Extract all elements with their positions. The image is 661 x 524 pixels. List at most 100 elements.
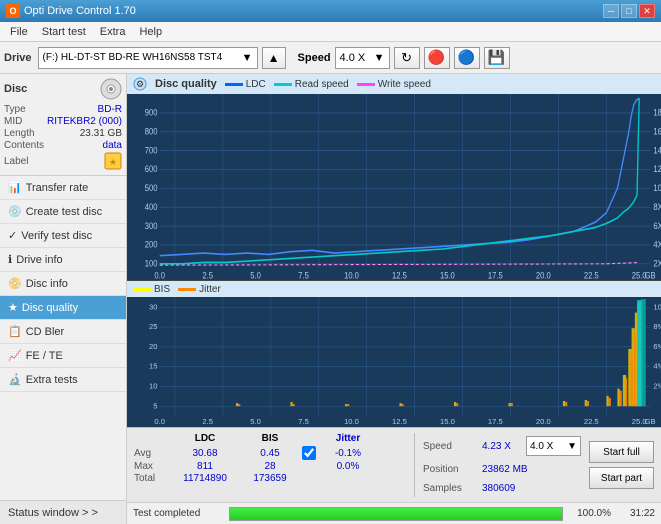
chart-header: ⚙ Disc quality LDC Read speed Write spee… [127, 74, 661, 94]
nav-disc-info[interactable]: 📀 Disc info [0, 272, 126, 296]
type-value: BD-R [98, 104, 122, 115]
disc-icon [100, 78, 122, 100]
menu-extra[interactable]: Extra [94, 25, 132, 39]
svg-text:20: 20 [149, 342, 157, 351]
svg-text:22.5: 22.5 [584, 417, 599, 426]
svg-text:2.5: 2.5 [202, 417, 213, 426]
total-label: Total [134, 473, 170, 484]
blue-disc-button[interactable]: 🔵 [454, 47, 480, 69]
chart-title: Disc quality [155, 78, 217, 90]
svg-text:900: 900 [145, 107, 158, 118]
svg-text:8X: 8X [653, 201, 661, 212]
svg-text:10%: 10% [653, 303, 661, 312]
start-full-button[interactable]: Start full [589, 441, 654, 463]
close-button[interactable]: ✕ [639, 4, 655, 18]
svg-text:14X: 14X [653, 145, 661, 156]
nav-drive-info[interactable]: ℹ Drive info [0, 248, 126, 272]
svg-text:500: 500 [145, 182, 158, 193]
svg-text:8%: 8% [653, 322, 661, 331]
eject-button[interactable]: ▲ [262, 47, 286, 69]
sidebar: Disc Type BD-R MID RITEKBR2 (000) Length… [0, 74, 127, 524]
svg-text:300: 300 [145, 220, 158, 231]
svg-text:0.0: 0.0 [154, 417, 165, 426]
svg-text:2.5: 2.5 [202, 270, 213, 280]
drive-value: (F:) HL-DT-ST BD-RE WH16NS58 TST4 [43, 52, 223, 63]
nav-disc-quality[interactable]: ★ Disc quality [0, 296, 126, 320]
refresh-button[interactable]: ↻ [394, 47, 420, 69]
start-part-button[interactable]: Start part [589, 467, 654, 489]
extra-tests-icon: 🔬 [8, 373, 22, 386]
bottom-chart: 30 25 20 15 10 5 10% 8% 6% 4% 2% 0.0 [127, 297, 661, 427]
svg-text:12.5: 12.5 [392, 270, 407, 280]
svg-text:6X: 6X [653, 220, 661, 231]
speed-val: 4.23 X [482, 441, 522, 452]
length-value: 23.31 GB [80, 128, 122, 139]
menu-file[interactable]: File [4, 25, 34, 39]
save-button[interactable]: 💾 [484, 47, 510, 69]
menu-start-test[interactable]: Start test [36, 25, 92, 39]
nav-transfer-rate[interactable]: 📊 Transfer rate [0, 176, 126, 200]
svg-text:22.5: 22.5 [584, 270, 599, 280]
speed-selector-stats[interactable]: 4.0 X ▼ [526, 436, 581, 456]
svg-text:15.0: 15.0 [440, 417, 455, 426]
contents-value: data [103, 140, 122, 151]
start-buttons: Start full Start part [585, 431, 658, 499]
eject-icon: ▲ [268, 51, 280, 65]
nav-cd-bler[interactable]: 📋 CD Bler [0, 320, 126, 344]
red-disc-button[interactable]: 🔴 [424, 47, 450, 69]
create-test-disc-icon: 💿 [8, 205, 22, 218]
transfer-rate-icon: 📊 [8, 181, 22, 194]
nav-create-test-disc[interactable]: 💿 Create test disc [0, 200, 126, 224]
nav-extra-tests[interactable]: 🔬 Extra tests [0, 368, 126, 392]
drive-selector[interactable]: (F:) HL-DT-ST BD-RE WH16NS58 TST4 ▼ [38, 47, 258, 69]
menu-bar: File Start test Extra Help [0, 22, 661, 42]
mid-value: RITEKBR2 (000) [47, 116, 122, 127]
svg-text:15.0: 15.0 [440, 270, 455, 280]
svg-text:17.5: 17.5 [488, 270, 503, 280]
verify-test-disc-icon: ✓ [8, 229, 17, 242]
nav-verify-test-disc[interactable]: ✓ Verify test disc [0, 224, 126, 248]
stats-divider [414, 433, 415, 497]
svg-text:7.5: 7.5 [298, 270, 309, 280]
nav-fe-te[interactable]: 📈 FE / TE [0, 344, 126, 368]
status-window-button[interactable]: Status window > > [0, 500, 126, 524]
ldc-color-swatch [225, 83, 243, 86]
drive-label: Drive [4, 52, 32, 64]
svg-text:25: 25 [149, 322, 157, 331]
speed-row: Speed 4.23 X 4.0 X ▼ [423, 436, 581, 456]
jitter-legend-label: Jitter [199, 284, 221, 295]
create-test-disc-label: Create test disc [26, 206, 102, 218]
read-speed-legend-label: Read speed [295, 79, 349, 90]
progress-pct: 100.0% [569, 508, 611, 519]
speed-selector[interactable]: 4.0 X ▼ [335, 47, 390, 69]
blue-disc-icon: 🔵 [458, 49, 475, 66]
menu-help[interactable]: Help [133, 25, 168, 39]
ldc-max: 811 [170, 461, 240, 472]
progress-bar-inner [230, 508, 562, 520]
svg-text:5.0: 5.0 [250, 417, 261, 426]
svg-text:⚙: ⚙ [136, 79, 144, 89]
jitter-header: Jitter [318, 433, 378, 444]
label-key: Label [4, 156, 28, 167]
jitter-avg: -0.1% [318, 448, 378, 459]
progress-bar-area: Test completed 100.0% 31:22 [127, 502, 661, 524]
disc-info-label: Disc info [26, 278, 68, 290]
maximize-button[interactable]: □ [621, 4, 637, 18]
jitter-color-swatch [178, 288, 196, 291]
bis-header: BIS [240, 433, 300, 444]
stats-table: LDC BIS Jitter Avg 30.68 0.45 -0.1% Max … [130, 431, 410, 499]
app-icon: O [6, 4, 20, 18]
speed-label: Speed [298, 52, 331, 64]
svg-text:16X: 16X [653, 126, 661, 137]
svg-text:★: ★ [109, 157, 117, 167]
svg-text:5.0: 5.0 [250, 270, 261, 280]
minimize-button[interactable]: ─ [603, 4, 619, 18]
disc-panel: Disc Type BD-R MID RITEKBR2 (000) Length… [0, 74, 126, 176]
top-chart: 900 800 700 600 500 400 300 200 100 18X … [127, 94, 661, 281]
svg-text:4X: 4X [653, 239, 661, 250]
svg-text:4%: 4% [653, 362, 661, 371]
jitter-checkbox[interactable] [302, 446, 316, 460]
red-disc-icon: 🔴 [428, 49, 445, 66]
svg-text:600: 600 [145, 163, 158, 174]
svg-text:GB: GB [645, 270, 656, 280]
